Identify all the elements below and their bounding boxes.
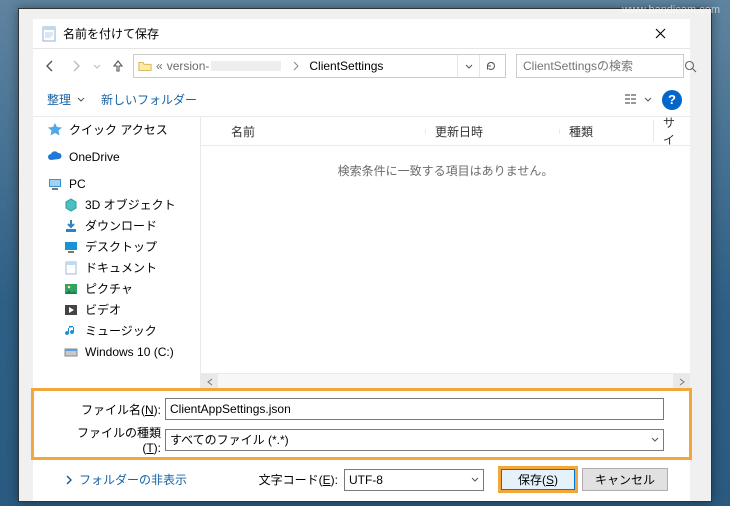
tree-pc[interactable]: PC <box>33 173 200 194</box>
address-bar[interactable]: « version- ClientSettings <box>133 54 506 78</box>
video-icon <box>63 302 79 318</box>
hide-folders-link[interactable]: フォルダーの非表示 <box>79 471 187 488</box>
filetype-select[interactable]: すべてのファイル (*.*) <box>165 429 664 451</box>
up-button[interactable] <box>107 55 129 77</box>
cloud-icon <box>47 149 63 165</box>
refresh-button[interactable] <box>479 55 501 77</box>
tree-3d-objects[interactable]: 3D オブジェクト <box>33 194 200 215</box>
save-button[interactable]: 保存(S) <box>500 468 576 491</box>
addr-prefix: « <box>156 59 163 73</box>
save-as-dialog: 名前を付けて保存 « version- ClientSettings 整理 新し… <box>33 19 690 501</box>
chevron-down-icon <box>651 437 659 442</box>
search-box[interactable] <box>516 54 684 78</box>
desktop-border: 名前を付けて保存 « version- ClientSettings 整理 新し… <box>18 8 712 502</box>
view-options-button[interactable] <box>619 89 658 111</box>
help-button[interactable]: ? <box>662 90 682 110</box>
scroll-right-button[interactable] <box>673 374 690 391</box>
tree-downloads[interactable]: ダウンロード <box>33 215 200 236</box>
toolbar: 整理 新しいフォルダー ? <box>33 83 690 117</box>
notepad-icon <box>41 26 57 42</box>
desktop-icon <box>63 239 79 255</box>
cube-icon <box>63 197 79 213</box>
forward-button <box>65 55 87 77</box>
drive-icon <box>63 344 79 360</box>
new-folder-button[interactable]: 新しいフォルダー <box>95 87 203 112</box>
picture-icon <box>63 281 79 297</box>
tree-documents[interactable]: ドキュメント <box>33 257 200 278</box>
expand-folders-icon[interactable] <box>65 475 73 485</box>
col-name[interactable]: 名前 <box>205 123 425 140</box>
tree-quick-access[interactable]: クイック アクセス <box>33 119 200 140</box>
close-button[interactable] <box>638 20 682 48</box>
nav-row: « version- ClientSettings <box>33 49 690 83</box>
file-fields: ファイル名(N): ファイルの種類(T): すべてのファイル (*.*) <box>33 390 690 458</box>
encoding-select[interactable]: UTF-8 <box>344 469 484 491</box>
chevron-down-icon <box>471 477 479 482</box>
back-button[interactable] <box>39 55 61 77</box>
watermark-text: www.bandicam.com <box>622 4 720 16</box>
col-size[interactable]: サイ <box>653 114 690 148</box>
star-icon <box>47 122 63 138</box>
encoding-label: 文字コード(E): <box>259 471 338 488</box>
navigation-tree[interactable]: クイック アクセス OneDrive PC 3D オブジェクト ダウンロード デ… <box>33 117 201 390</box>
addr-redacted <box>211 61 281 71</box>
music-icon <box>63 323 79 339</box>
titlebar: 名前を付けて保存 <box>33 19 690 49</box>
col-type[interactable]: 種類 <box>559 123 653 140</box>
cancel-button[interactable]: キャンセル <box>582 468 668 491</box>
tree-drive-c[interactable]: Windows 10 (C:) <box>33 341 200 362</box>
pc-icon <box>47 176 63 192</box>
horizontal-scrollbar[interactable] <box>201 373 690 390</box>
tree-videos[interactable]: ビデオ <box>33 299 200 320</box>
scroll-left-button[interactable] <box>201 374 218 391</box>
address-dropdown[interactable] <box>457 55 479 77</box>
tree-pictures[interactable]: ピクチャ <box>33 278 200 299</box>
folder-icon <box>138 59 152 73</box>
download-icon <box>63 218 79 234</box>
addr-seg-2[interactable]: ClientSettings <box>309 59 383 73</box>
col-date[interactable]: 更新日時 <box>425 123 559 140</box>
search-icon[interactable] <box>684 60 697 73</box>
close-icon <box>655 28 666 39</box>
file-pane: 名前 更新日時 種類 サイ 検索条件に一致する項目はありません。 <box>201 117 690 390</box>
tree-onedrive[interactable]: OneDrive <box>33 146 200 167</box>
bottom-bar: フォルダーの非表示 文字コード(E): UTF-8 保存(S) キャンセル <box>33 458 690 501</box>
addr-seg-1[interactable]: version- <box>167 59 210 73</box>
filename-label: ファイル名(N): <box>71 401 165 418</box>
tree-music[interactable]: ミュージック <box>33 320 200 341</box>
file-list-area[interactable] <box>201 179 690 373</box>
chevron-right-icon <box>293 61 299 71</box>
filename-input[interactable] <box>165 398 664 420</box>
search-input[interactable] <box>517 59 684 73</box>
organize-menu[interactable]: 整理 <box>41 87 91 112</box>
tree-desktop[interactable]: デスクトップ <box>33 236 200 257</box>
column-headers[interactable]: 名前 更新日時 種類 サイ <box>201 117 690 146</box>
document-icon <box>63 260 79 276</box>
filetype-label: ファイルの種類(T): <box>71 424 165 455</box>
empty-message: 検索条件に一致する項目はありません。 <box>201 162 690 179</box>
window-title: 名前を付けて保存 <box>63 25 638 42</box>
